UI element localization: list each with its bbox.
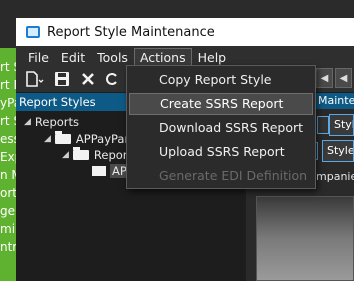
create-ssrs-report-item[interactable]: Create SSRS Report: [129, 93, 313, 115]
menu-file[interactable]: File: [22, 48, 55, 67]
tree-node-ap[interactable]: AP: [92, 164, 129, 178]
content-area: [256, 196, 354, 281]
tab-style-detail[interactable]: Style: [322, 140, 354, 162]
maintenance-header: Mainten: [316, 93, 354, 109]
app-icon: [26, 26, 40, 38]
actions-menu: Copy Report Style Create SSRS Report Dow…: [126, 65, 316, 189]
menu-help[interactable]: Help: [192, 48, 233, 67]
tree-node-appaypar[interactable]: ◢ APPayPar: [44, 131, 129, 146]
collapse-icon[interactable]: ◢: [44, 134, 51, 144]
tab-navigation: ◀ ◀: [316, 68, 354, 90]
download-ssrs-report-item[interactable]: Download SSRS Report: [129, 117, 313, 139]
document-icon: [92, 166, 106, 176]
menu-edit[interactable]: Edit: [55, 48, 91, 67]
generate-edi-definition-item: Generate EDI Definition: [159, 168, 308, 183]
copy-report-style-item[interactable]: Copy Report Style: [129, 69, 313, 91]
title-bar[interactable]: Report Style Maintenance: [16, 18, 354, 46]
save-icon[interactable]: [54, 71, 70, 90]
background-fragment: ntr: [0, 240, 18, 254]
tab-scroll-left-icon[interactable]: ◀: [335, 68, 352, 88]
folder-icon: [54, 131, 71, 144]
upload-ssrs-report-item[interactable]: Upload SSRS Report: [129, 141, 313, 163]
folder-icon: [72, 147, 89, 160]
tab-scroll-button[interactable]: [317, 116, 329, 134]
companies-label: mpanies: [316, 170, 354, 183]
tab-scroll-left-icon[interactable]: ◀: [316, 68, 333, 88]
background-fragment: ge: [0, 204, 15, 218]
tab-style[interactable]: Style: [329, 114, 354, 136]
delete-icon[interactable]: [80, 71, 96, 90]
collapse-icon[interactable]: ◢: [24, 117, 31, 127]
new-icon[interactable]: [24, 70, 44, 90]
window-title: Report Style Maintenance: [47, 24, 215, 40]
refresh-icon[interactable]: [106, 71, 118, 90]
collapse-icon[interactable]: ◢: [62, 150, 69, 160]
menu-actions[interactable]: Actions: [133, 47, 192, 67]
background-fragment: mi: [0, 222, 16, 236]
tree-node-reports[interactable]: ◢ Reports: [24, 115, 79, 129]
menu-tools[interactable]: Tools: [91, 48, 134, 67]
